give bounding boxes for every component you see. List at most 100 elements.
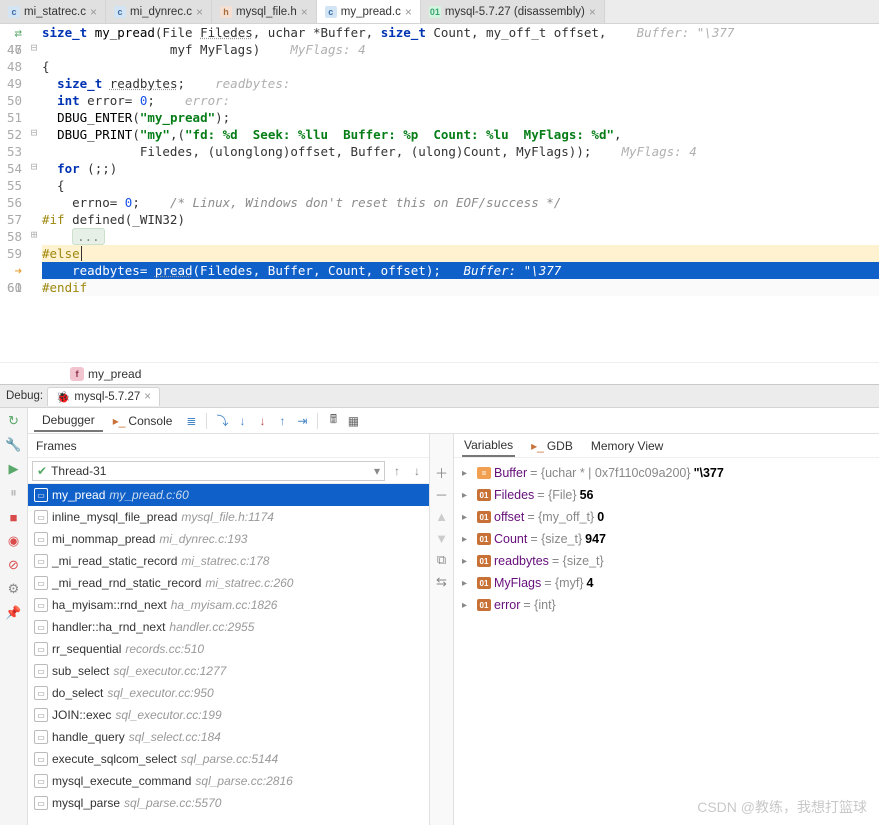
variable-row[interactable]: ▸= Buffer = {uchar * | 0x7f110c09a200} "… (458, 462, 875, 484)
var-type: = {int} (523, 598, 555, 612)
frame-location: sql_select.cc:184 (129, 730, 221, 744)
up-icon[interactable]: ▲ (434, 508, 450, 524)
stack-frame[interactable]: ▭handler::ha_rnd_next handler.cc:2955 (28, 616, 429, 638)
link-icon[interactable]: ⇆ (434, 574, 450, 590)
force-step-into-icon[interactable]: ↓ (253, 412, 271, 430)
variable-row[interactable]: ▸01 offset = {my_off_t} 0 (458, 506, 875, 528)
file-tab[interactable]: cmi_dynrec.c× (106, 0, 212, 23)
file-tab[interactable]: 01mysql-5.7.27 (disassembly)× (421, 0, 605, 23)
stack-frame[interactable]: ▭handle_query sql_select.cc:184 (28, 726, 429, 748)
stack-frame[interactable]: ▭rr_sequential records.cc:510 (28, 638, 429, 660)
step-out-icon[interactable]: ↑ (273, 412, 291, 430)
var-type-icon: 01 (477, 599, 491, 611)
threads-icon[interactable]: ≣ (182, 412, 200, 430)
add-watch-icon[interactable]: ＋ (434, 464, 450, 480)
stack-frame[interactable]: ▭my_pread my_pread.c:60 (28, 484, 429, 506)
thread-selector[interactable]: ✔ Thread-31 ▾ (32, 461, 385, 481)
debug-toolbar: Debugger ▸_Console ≣ ⤵ ↓ ↓ ↑ ⇥ 🖩 ▦ (28, 408, 879, 434)
stack-frame[interactable]: ▭ ha_myisam::rnd_next ha_myisam.cc:1826 (28, 594, 429, 616)
frames-panel: Frames ✔ Thread-31 ▾ ↑ ↓ ▭my_pread my_pr… (28, 434, 430, 825)
var-name: offset (494, 510, 524, 524)
var-value: "\377 (694, 466, 724, 480)
stack-frame[interactable]: ▭_mi_read_rnd_static_record mi_statrec.c… (28, 572, 429, 594)
var-type-icon: = (477, 467, 491, 479)
fold-column[interactable]: ⊟⊟⊟⊞ (28, 24, 42, 362)
close-icon[interactable]: × (144, 391, 151, 403)
expand-icon[interactable]: ▸ (462, 490, 474, 501)
expand-icon[interactable]: ▸ (462, 556, 474, 567)
stack-frame[interactable]: ▭_mi_read_static_record mi_statrec.c:178 (28, 550, 429, 572)
close-icon[interactable]: × (589, 5, 596, 19)
close-icon[interactable]: × (90, 5, 97, 19)
tab-debugger[interactable]: Debugger (34, 410, 103, 432)
frame-icon: ▭ (34, 510, 48, 524)
breadcrumb-function[interactable]: my_pread (88, 367, 141, 381)
frame-icon: ▭ (34, 598, 48, 612)
settings-icon[interactable]: ⚙ (5, 580, 23, 598)
copy-icon[interactable]: ⧉ (434, 552, 450, 568)
stack-frame[interactable]: ▭mysql_execute_command sql_parse.cc:2816 (28, 770, 429, 792)
pin-icon[interactable]: 📌 (5, 604, 23, 622)
step-over-icon[interactable]: ⤵ (213, 412, 231, 430)
tab-filename: mysql-5.7.27 (disassembly) (445, 6, 585, 18)
remove-watch-icon[interactable]: － (434, 486, 450, 502)
frame-location: handler.cc:2955 (169, 620, 254, 634)
expand-icon[interactable]: ▸ (462, 468, 474, 479)
close-icon[interactable]: × (405, 5, 412, 19)
code-editor[interactable]: ⇄ 4647484950515253545556575859➜ 6061 ⊟⊟⊟… (0, 24, 879, 362)
rerun-icon[interactable]: ↻ (5, 412, 23, 430)
expand-icon[interactable]: ▸ (462, 512, 474, 523)
file-tab[interactable]: hmysql_file.h× (212, 0, 317, 23)
frame-function: sub_select (52, 664, 109, 678)
frame-function: ha_myisam::rnd_next (52, 598, 167, 612)
resume-icon[interactable]: ▶ (5, 460, 23, 478)
frames-title: Frames (28, 434, 429, 458)
close-icon[interactable]: × (301, 5, 308, 19)
step-into-icon[interactable]: ↓ (233, 412, 251, 430)
evaluate-icon[interactable]: 🖩 (324, 412, 342, 430)
expand-icon[interactable]: ▸ (462, 578, 474, 589)
down-icon[interactable]: ▼ (434, 530, 450, 546)
prev-frame-icon[interactable]: ↑ (389, 463, 405, 479)
variable-row[interactable]: ▸01 MyFlags = {myf} 4 (458, 572, 875, 594)
frame-location: sql_executor.cc:950 (107, 686, 213, 700)
mute-breakpoints-icon[interactable]: ⊘ (5, 556, 23, 574)
debug-session-tab[interactable]: 🐞 mysql-5.7.27 × (47, 387, 160, 406)
variable-row[interactable]: ▸01 Count = {size_t} 947 (458, 528, 875, 550)
line-number-gutter[interactable]: ⇄ 4647484950515253545556575859➜ 6061 (0, 24, 28, 362)
pause-icon[interactable]: ⏸ (5, 484, 23, 502)
layout-icon[interactable]: ▦ (344, 412, 362, 430)
frame-function: rr_sequential (52, 642, 121, 656)
run-to-cursor-icon[interactable]: ⇥ (293, 412, 311, 430)
var-type: = {size_t} (530, 532, 582, 546)
variables-list[interactable]: ▸= Buffer = {uchar * | 0x7f110c09a200} "… (454, 458, 879, 825)
var-type: = {myf} (544, 576, 583, 590)
tab-gdb[interactable]: ▸_GDB (529, 436, 575, 456)
expand-icon[interactable]: ▸ (462, 600, 474, 611)
tab-memory[interactable]: Memory View (589, 436, 665, 456)
tab-console[interactable]: ▸_Console (105, 411, 181, 431)
variable-row[interactable]: ▸01 error = {int} (458, 594, 875, 616)
wrench-icon[interactable]: 🔧 (5, 436, 23, 454)
next-frame-icon[interactable]: ↓ (409, 463, 425, 479)
stack-frame-list[interactable]: ▭my_pread my_pread.c:60▭inline_mysql_fil… (28, 484, 429, 825)
variable-row[interactable]: ▸01 Filedes = {File} 56 (458, 484, 875, 506)
frame-icon: ▭ (34, 752, 48, 766)
stack-frame[interactable]: ▭execute_sqlcom_select sql_parse.cc:5144 (28, 748, 429, 770)
view-breakpoints-icon[interactable]: ◉ (5, 532, 23, 550)
code-area[interactable]: size_t my_pread(File Filedes, uchar *Buf… (42, 24, 879, 362)
expand-icon[interactable]: ▸ (462, 534, 474, 545)
frame-location: ha_myisam.cc:1826 (171, 598, 278, 612)
stack-frame[interactable]: ▭sub_select sql_executor.cc:1277 (28, 660, 429, 682)
file-tab[interactable]: cmy_pread.c× (317, 0, 421, 23)
tab-variables[interactable]: Variables (462, 435, 515, 457)
close-icon[interactable]: × (196, 5, 203, 19)
variable-row[interactable]: ▸01 readbytes = {size_t} (458, 550, 875, 572)
stop-icon[interactable]: ■ (5, 508, 23, 526)
stack-frame[interactable]: ▭do_select sql_executor.cc:950 (28, 682, 429, 704)
file-tab[interactable]: cmi_statrec.c× (0, 0, 106, 23)
stack-frame[interactable]: ▭mysql_parse sql_parse.cc:5570 (28, 792, 429, 814)
stack-frame[interactable]: ▭mi_nommap_pread mi_dynrec.c:193 (28, 528, 429, 550)
stack-frame[interactable]: ▭inline_mysql_file_pread mysql_file.h:11… (28, 506, 429, 528)
stack-frame[interactable]: ▭JOIN::exec sql_executor.cc:199 (28, 704, 429, 726)
